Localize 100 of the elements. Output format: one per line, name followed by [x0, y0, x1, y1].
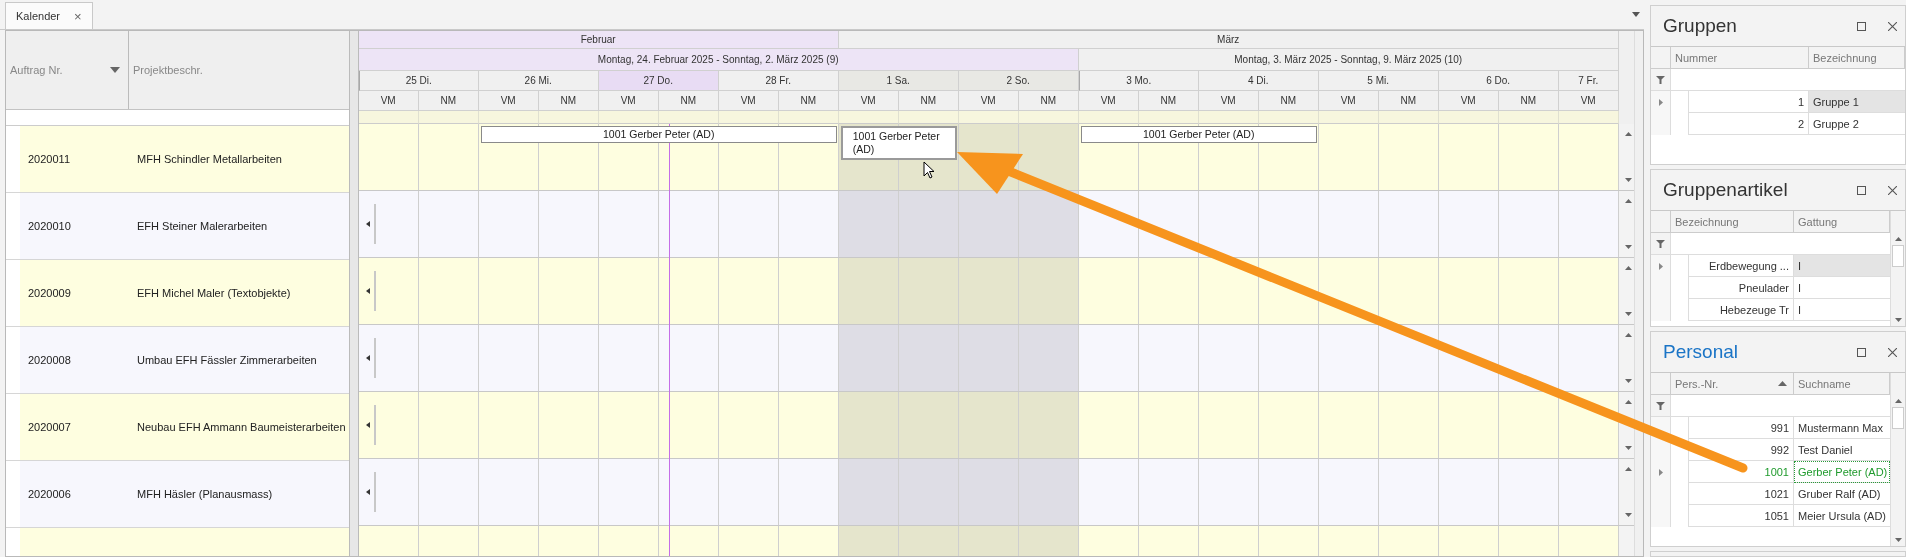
row-selector-cell[interactable] [6, 193, 20, 259]
table-cell[interactable]: I [1794, 255, 1890, 277]
summary-cell [838, 111, 899, 124]
column-header[interactable]: Nummer [1671, 47, 1809, 69]
scroll-up-icon[interactable] [1625, 132, 1633, 136]
scroll-down-icon[interactable] [1625, 446, 1633, 450]
splitter[interactable] [348, 31, 359, 556]
scroll-down-icon[interactable] [1625, 513, 1633, 517]
vertical-scrollbar[interactable] [1890, 373, 1905, 546]
summary-cell [1078, 111, 1139, 124]
number-cell[interactable]: 991 [1689, 417, 1794, 439]
filter-icon[interactable] [1656, 239, 1665, 248]
number-cell[interactable]: 1051 [1689, 505, 1794, 527]
maximize-icon[interactable] [1857, 21, 1866, 31]
number-cell[interactable]: 1021 [1689, 483, 1794, 505]
scroll-down-icon[interactable] [1625, 245, 1633, 249]
panel-title: Gruppen [1663, 15, 1738, 37]
slot-header: NM [538, 91, 599, 111]
table-row[interactable]: 2020011 MFH Schindler Metallarbeiten [6, 126, 349, 193]
table-row[interactable]: 2020010 EFH Steiner Malerarbeiten [6, 193, 349, 260]
day-header: 26 Mi. [478, 71, 599, 91]
table-row[interactable]: 2020007 Neubau EFH Ammann Baumeisterarbeiten [6, 394, 349, 461]
row-indicator-cell[interactable] [1651, 299, 1671, 321]
scroll-up-icon[interactable] [1894, 399, 1902, 403]
column-header[interactable]: Bezeichnung [1671, 211, 1794, 233]
row-selector-cell[interactable] [6, 260, 20, 326]
slot-header: NM [1498, 91, 1559, 111]
scroll-down-icon[interactable] [1625, 178, 1633, 182]
maximize-icon[interactable] [1857, 347, 1866, 357]
number-cell[interactable]: 2 [1689, 113, 1809, 135]
scroll-up-icon[interactable] [1625, 266, 1633, 270]
close-button[interactable]: × [74, 8, 82, 24]
row-selector-cell[interactable] [6, 126, 20, 192]
appointment[interactable]: 1001 Gerber Peter (AD) [840, 126, 957, 160]
slot-header: NM [1018, 91, 1079, 111]
summary-cell [1138, 111, 1199, 124]
column-header[interactable]: Gattung [1794, 211, 1890, 233]
table-cell[interactable]: Pneulader [1689, 277, 1794, 299]
table-cell[interactable]: Hebezeuge Tr [1689, 299, 1794, 321]
scroll-up-icon[interactable] [1625, 333, 1633, 337]
panel-title: Personal [1663, 341, 1739, 363]
table-cell[interactable]: Gruppe 2 [1809, 113, 1905, 135]
row-indicator-cell[interactable] [1651, 113, 1671, 135]
scroll-down-icon[interactable] [1894, 538, 1902, 542]
number-cell[interactable]: 1001 [1689, 461, 1794, 483]
appointment[interactable]: 1001 Gerber Peter (AD) [480, 126, 837, 143]
summary-cell [718, 111, 779, 124]
row-indicator-cell[interactable] [1651, 505, 1671, 527]
column-header[interactable]: Pers.-Nr. [1671, 373, 1794, 395]
scroll-down-icon[interactable] [1625, 312, 1633, 316]
row-selector-cell[interactable] [6, 528, 20, 556]
filter-icon[interactable] [1656, 75, 1665, 84]
slot-header: VM [838, 91, 899, 111]
order-number: 2020011 [27, 153, 71, 165]
row-selector-cell[interactable] [6, 327, 20, 393]
table-cell[interactable]: Gruppe 1 [1809, 91, 1905, 113]
day-header: 4 Di. [1198, 71, 1319, 91]
dropdown-caret-icon[interactable] [1632, 12, 1640, 17]
close-icon[interactable] [1888, 347, 1897, 357]
column-header[interactable]: Bezeichnung [1809, 47, 1905, 69]
project-name: EFH Michel Maler (Textobjekte) [136, 287, 291, 299]
column-header[interactable]: Suchname [1794, 373, 1890, 395]
row-selector-cell[interactable] [6, 461, 20, 527]
summary-cell [1498, 111, 1559, 124]
table-row[interactable]: 2020009 EFH Michel Maler (Textobjekte) [6, 260, 349, 327]
day-header: 7 Fr. [1558, 71, 1619, 91]
summary-cell [778, 111, 839, 124]
row-indicator-cell[interactable] [1651, 91, 1671, 113]
summary-cell [1558, 111, 1619, 124]
slot-header: VM [1078, 91, 1139, 111]
scroll-up-icon[interactable] [1625, 199, 1633, 203]
scroll-up-icon[interactable] [1894, 237, 1902, 241]
table-row[interactable]: 2020006 MFH Häsler (Planausmass) [6, 461, 349, 528]
row-selector-cell[interactable] [6, 394, 20, 460]
order-number: 2020008 [27, 354, 72, 366]
slot-header: NM [1378, 91, 1439, 111]
maximize-icon[interactable] [1857, 185, 1866, 195]
slot-header: NM [418, 91, 479, 111]
slot-header: VM [598, 91, 659, 111]
day-header: 3 Mo. [1078, 71, 1199, 91]
filter-icon[interactable] [1656, 401, 1665, 410]
slot-header: NM [898, 91, 959, 111]
scroll-down-icon[interactable] [1894, 318, 1902, 322]
scroll-up-icon[interactable] [1625, 400, 1633, 404]
table-row[interactable]: 2020008 Umbau EFH Fässler Zimmerarbeiten [6, 327, 349, 394]
summary-cell [418, 111, 479, 124]
close-icon[interactable] [1888, 185, 1897, 195]
scrollbar-thumb[interactable] [1892, 245, 1904, 267]
close-icon[interactable] [1888, 21, 1897, 31]
vertical-scrollbar[interactable] [1634, 31, 1643, 556]
vertical-scrollbar[interactable] [1890, 211, 1905, 326]
calendar-row[interactable]: 1001 Gerber Peter (AD) 1001 Gerber Peter (AD) 1001 Gerber Peter (AD) [358, 124, 1634, 191]
scroll-down-icon[interactable] [1625, 379, 1633, 383]
scroll-up-icon[interactable] [1625, 467, 1633, 471]
row-indicator-cell[interactable] [1651, 255, 1671, 277]
calendar-tab[interactable]: Kalender × [5, 2, 93, 29]
appointment[interactable]: 1001 Gerber Peter (AD) [1080, 126, 1317, 143]
number-cell[interactable]: 992 [1689, 439, 1794, 461]
scrollbar-thumb[interactable] [1892, 407, 1904, 429]
row-indicator-cell[interactable] [1651, 439, 1671, 461]
